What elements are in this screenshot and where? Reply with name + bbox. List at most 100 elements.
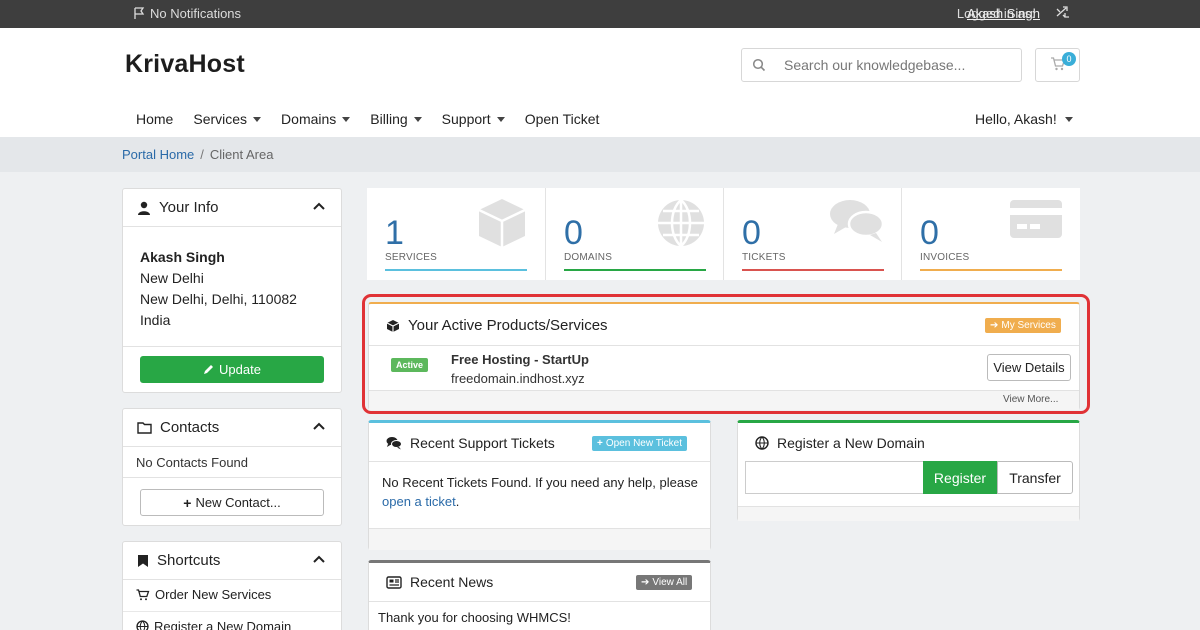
update-label: Update	[219, 362, 261, 377]
search-input[interactable]: Search our knowledgebase...	[784, 57, 965, 73]
nav-billing[interactable]: Billing	[370, 111, 422, 127]
open-new-ticket-label: Open New Ticket	[605, 438, 682, 449]
your-info-title: Your Info	[159, 199, 219, 216]
arrow-right-icon: ➔	[990, 320, 999, 331]
chevron-up-icon[interactable]	[313, 422, 325, 430]
header: KrivaHost Search our knowledgebase... 0 …	[0, 28, 1200, 137]
top-bar: No Notifications Logged in as: Akash Sin…	[0, 0, 1200, 28]
stat-services-bar	[385, 269, 527, 271]
cart-button[interactable]: 0	[1035, 48, 1080, 82]
register-button[interactable]: Register	[923, 461, 997, 494]
breadcrumb-home-link[interactable]: Portal Home	[122, 147, 194, 162]
active-products-title: Your Active Products/Services	[408, 317, 608, 334]
support-tickets-title: Recent Support Tickets	[410, 435, 555, 451]
domain-input[interactable]	[745, 461, 923, 494]
info-country: India	[140, 312, 171, 328]
register-domain-panel: Register a New Domain Register Transfer	[737, 420, 1080, 521]
info-city: New Delhi	[140, 270, 204, 286]
view-more-link[interactable]: View More...	[1003, 394, 1058, 405]
globe-icon	[136, 620, 149, 630]
register-domain-title: Register a New Domain	[777, 435, 925, 451]
logged-in-user-link[interactable]: Akash Singh	[967, 6, 1040, 21]
nav-domains[interactable]: Domains	[281, 111, 351, 127]
contacts-title: Contacts	[160, 419, 220, 436]
stat-invoices-label: INVOICES	[920, 252, 970, 263]
status-badge: Active	[391, 358, 429, 372]
folder-icon	[137, 422, 152, 434]
view-details-label: View Details	[993, 360, 1065, 375]
view-all-news-button[interactable]: ➔ View All	[636, 575, 693, 590]
shortcuts-header[interactable]: Shortcuts	[123, 542, 341, 580]
stat-domains-bar	[564, 269, 706, 271]
credit-card-icon	[1010, 200, 1062, 238]
transfer-label: Transfer	[1009, 469, 1061, 486]
my-services-button[interactable]: ➔ My Services	[985, 318, 1061, 333]
site-logo[interactable]: KrivaHost	[125, 50, 245, 79]
support-tickets-panel: Recent Support Tickets + Open New Ticket…	[368, 420, 711, 550]
info-name: Akash Singh	[140, 249, 225, 265]
cart-count-badge: 0	[1062, 52, 1076, 66]
register-label: Register	[933, 469, 987, 486]
arrow-right-icon: ➔	[641, 577, 650, 588]
comments-icon	[830, 200, 885, 242]
globe-icon	[755, 436, 769, 450]
shuffle-icon[interactable]	[1056, 5, 1070, 22]
shortcuts-title: Shortcuts	[157, 552, 221, 569]
tickets-message: No Recent Tickets Found. If you need any…	[382, 475, 698, 509]
user-icon	[138, 201, 150, 215]
nav-home[interactable]: Home	[136, 111, 173, 127]
caret-down-icon	[342, 116, 351, 122]
stat-services-label: SERVICES	[385, 252, 437, 263]
stat-services-value: 1	[385, 214, 404, 252]
update-button[interactable]: Update	[140, 356, 324, 383]
new-contact-button[interactable]: + New Contact...	[140, 489, 324, 516]
chevron-up-icon[interactable]	[313, 555, 325, 563]
recent-news-panel: Recent News ➔ View All Thank you for cho…	[368, 560, 711, 630]
shortcut-order-services[interactable]: Order New Services	[136, 587, 271, 602]
stat-services[interactable]: 1 SERVICES	[367, 188, 545, 280]
shortcuts-panel: Shortcuts Order New Services Register a …	[122, 541, 342, 630]
breadcrumb-separator: /	[200, 147, 204, 162]
notifications-label: No Notifications	[150, 6, 242, 21]
caret-down-icon	[496, 116, 505, 122]
caret-down-icon	[413, 116, 422, 122]
nav-open-ticket[interactable]: Open Ticket	[525, 111, 600, 127]
contacts-header[interactable]: Contacts	[123, 409, 341, 447]
shortcut-register-domain[interactable]: Register a New Domain	[136, 619, 291, 630]
news-item-title[interactable]: Thank you for choosing WHMCS!	[378, 610, 571, 625]
stat-tickets[interactable]: 0 TICKETS	[724, 188, 902, 280]
chevron-up-icon[interactable]	[313, 202, 325, 210]
newspaper-icon	[386, 575, 402, 589]
product-name: Free Hosting - StartUp	[451, 352, 589, 367]
plus-icon: +	[597, 438, 603, 449]
search-icon	[742, 58, 776, 72]
open-new-ticket-button[interactable]: + Open New Ticket	[592, 436, 687, 451]
stat-domains[interactable]: 0 DOMAINS	[546, 188, 724, 280]
stat-tickets-label: TICKETS	[742, 252, 786, 263]
stat-invoices[interactable]: 0 INVOICES	[902, 188, 1080, 280]
caret-down-icon	[1064, 116, 1073, 122]
comments-icon	[386, 437, 402, 450]
view-details-button[interactable]: View Details	[987, 354, 1071, 381]
cart-icon	[136, 588, 150, 600]
nav-services[interactable]: Services	[193, 111, 262, 127]
open-ticket-link[interactable]: open a ticket	[382, 494, 456, 509]
user-menu[interactable]: Hello, Akash!	[975, 111, 1073, 127]
stat-invoices-bar	[920, 269, 1062, 271]
view-all-label: View All	[652, 577, 688, 588]
transfer-button[interactable]: Transfer	[997, 461, 1073, 494]
knowledgebase-search[interactable]: Search our knowledgebase...	[741, 48, 1022, 82]
globe-icon	[658, 199, 704, 248]
my-services-label: My Services	[1001, 320, 1056, 331]
notifications-button[interactable]: No Notifications	[133, 6, 241, 21]
caret-down-icon	[253, 116, 262, 122]
nav-support[interactable]: Support	[442, 111, 505, 127]
breadcrumb-current: Client Area	[209, 147, 274, 162]
recent-news-title: Recent News	[410, 574, 494, 590]
stat-domains-value: 0	[564, 214, 583, 252]
user-greeting: Hello, Akash!	[975, 111, 1057, 127]
your-info-header[interactable]: Your Info	[123, 189, 341, 227]
bookmark-icon	[138, 554, 148, 567]
pencil-icon	[204, 365, 214, 374]
stat-domains-label: DOMAINS	[564, 252, 613, 263]
